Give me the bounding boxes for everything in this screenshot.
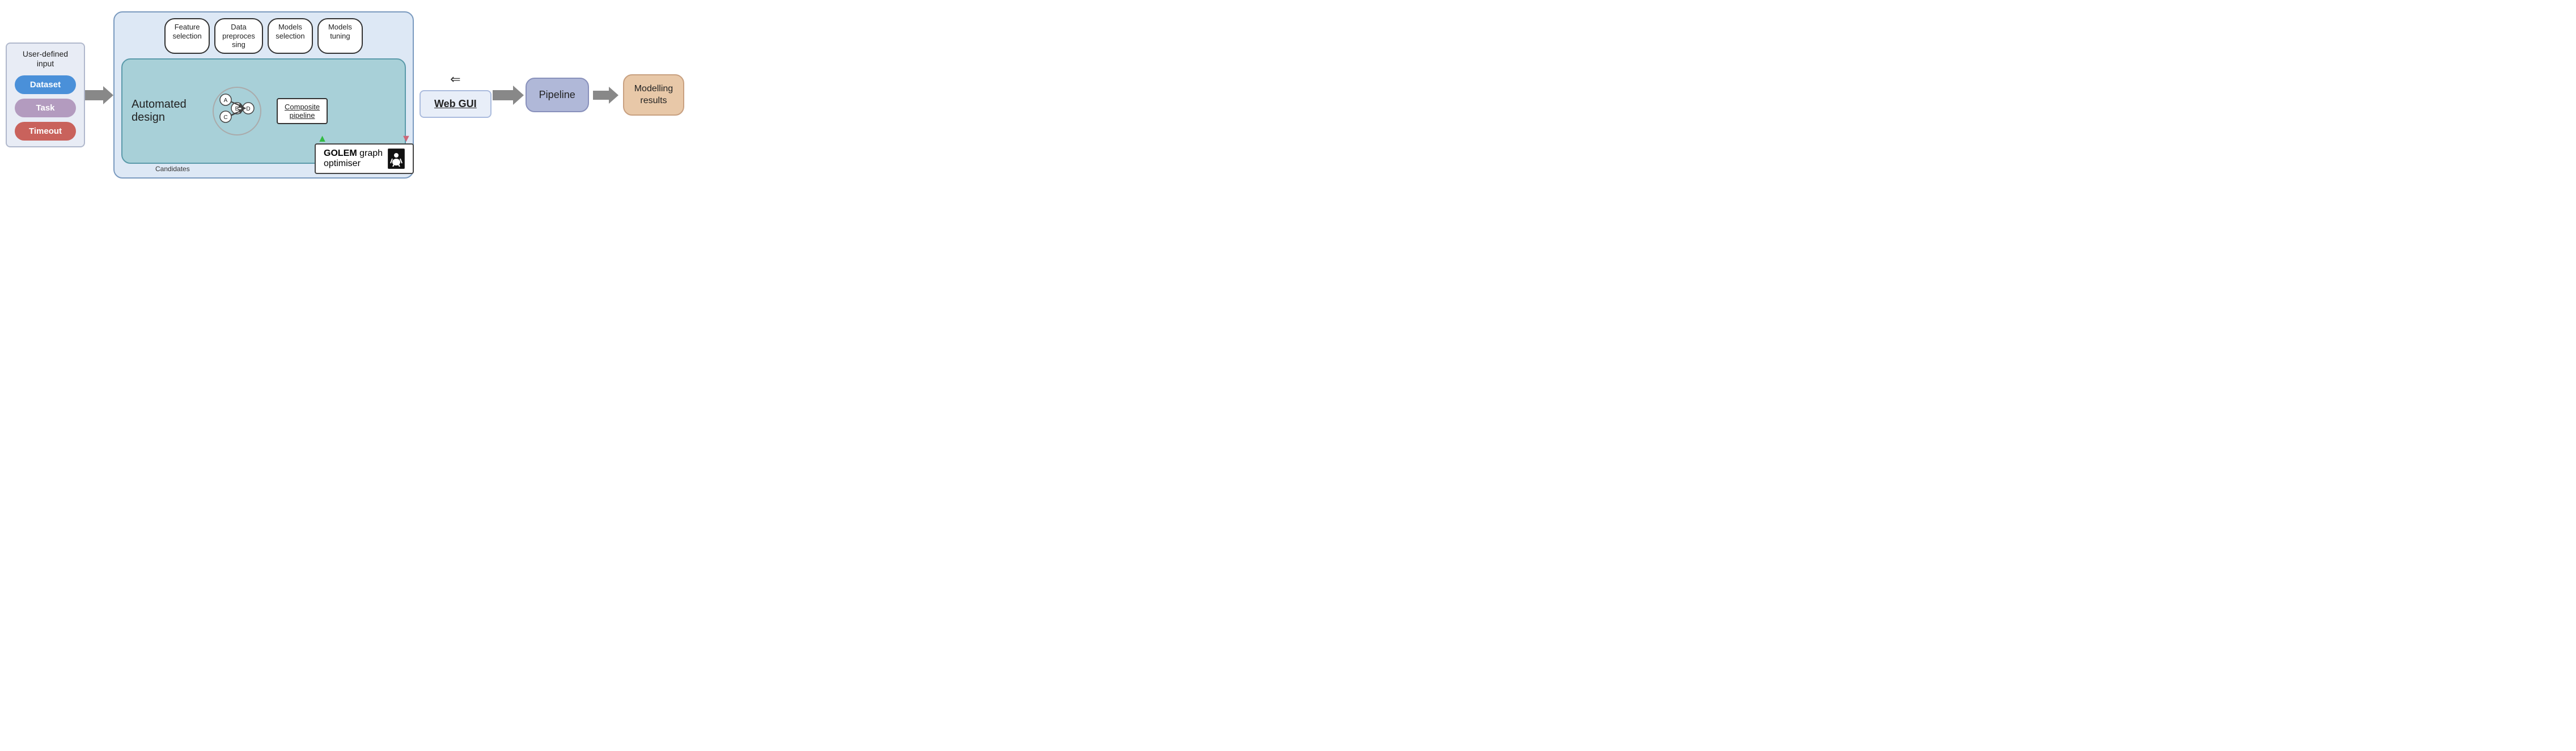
composite-pipeline-label: Composite pipeline — [285, 103, 320, 120]
arrow-input-to-main — [85, 86, 113, 105]
web-gui-label: Web GUI — [434, 98, 477, 109]
top-options-row: Feature selection Data preproces sing Mo… — [121, 18, 406, 54]
user-input-box: User-defined input Dataset Task Timeout — [6, 43, 85, 147]
user-input-title: User-defined input — [15, 49, 76, 69]
svg-text:D: D — [246, 106, 250, 112]
svg-text:C: C — [223, 114, 227, 121]
golem-icon — [388, 148, 405, 169]
golem-down-arrow: ▼ — [401, 133, 412, 143]
option-data-preprocessing: Data preproces sing — [214, 18, 263, 54]
candidates-label: Candidates — [155, 165, 190, 173]
golem-svg — [388, 151, 404, 167]
main-box-wrapper: Feature selection Data preproces sing Mo… — [113, 11, 414, 179]
composite-pipeline-box: Composite pipeline — [277, 98, 328, 124]
task-pill: Task — [15, 99, 76, 117]
arrow-to-modelling — [589, 86, 623, 104]
option-feature-selection: Feature selection — [164, 18, 210, 54]
diagram: User-defined input Dataset Task Timeout … — [0, 0, 644, 188]
svg-text:A: A — [224, 97, 228, 104]
option-models-tuning: Models tuning — [317, 18, 363, 54]
golem-up-arrow: ▲ — [317, 133, 328, 143]
arrow-to-pipeline — [492, 84, 526, 106]
pipeline-pill: Pipeline — [526, 78, 589, 112]
golem-label: GOLEMGOLEM graph optimiser graph optimis… — [324, 148, 383, 169]
svg-text:B: B — [235, 106, 239, 112]
automated-design-label: Automated design — [132, 98, 200, 124]
dataset-pill: Dataset — [15, 75, 76, 94]
option-models-selection: Models selection — [268, 18, 313, 54]
pipeline-label: Pipeline — [539, 89, 575, 100]
golem-box: GOLEMGOLEM graph optimiser graph optimis… — [315, 143, 414, 174]
double-arrow-icon: ⇐ — [450, 72, 460, 87]
web-gui-box: Web GUI — [420, 90, 492, 118]
modelling-label: Modelling results — [634, 84, 673, 105]
web-gui-section: ⇐ Web GUI — [420, 72, 492, 118]
modelling-results-box: Modelling results — [623, 74, 684, 116]
timeout-pill: Timeout — [15, 122, 76, 141]
graph-container: A C B D — [209, 86, 265, 137]
graph-svg: A C B D — [209, 86, 265, 137]
golem-section: ▲ ▼ GOLEMGOLEM graph optimiser graph opt… — [315, 133, 414, 174]
